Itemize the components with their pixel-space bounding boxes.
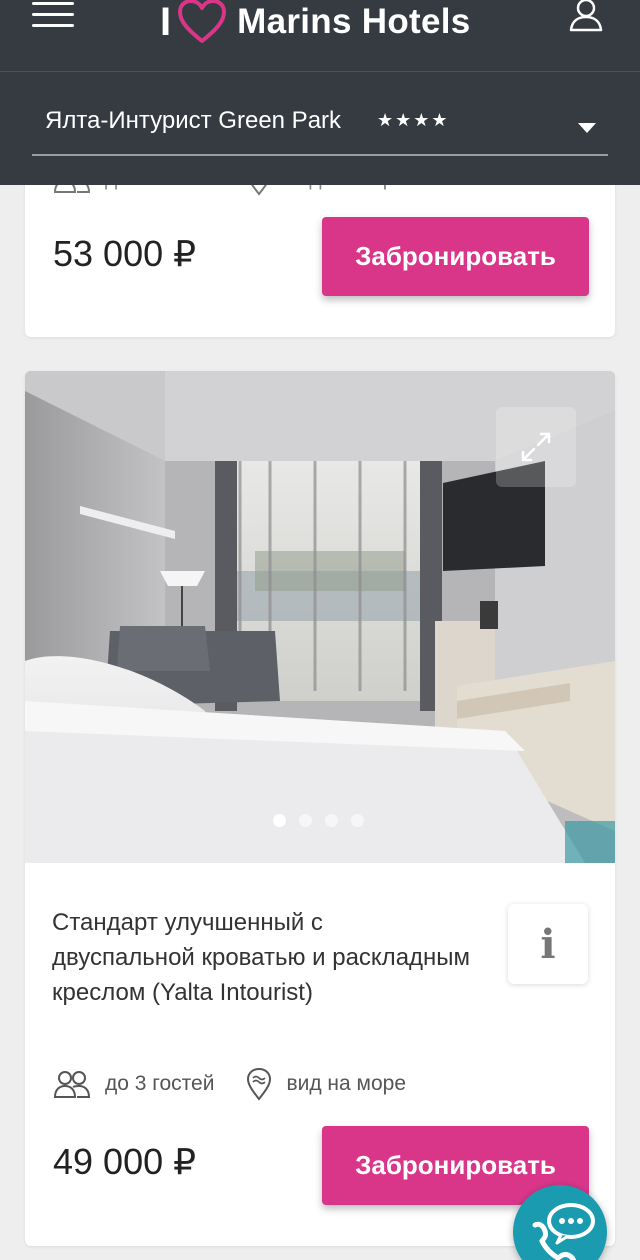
logo-letter: I: [160, 0, 172, 44]
room-card: Стандарт улучшенный с двуспальной кроват…: [25, 371, 615, 1246]
feature-view-label: вид на море: [286, 1072, 407, 1095]
feature-view: вид на море: [246, 1067, 406, 1101]
hotel-stars: ★★★★: [377, 110, 450, 130]
user-icon[interactable]: [566, 0, 606, 34]
room-title: Стандарт улучшенный с двуспальной кроват…: [52, 909, 471, 1006]
feature-guests: до 3 гостей: [53, 1069, 214, 1099]
photo-pagination: [273, 814, 364, 827]
info-icon: i: [540, 920, 556, 968]
hotel-select[interactable]: Ялта-Интурист Green Park ★★★★: [32, 96, 608, 156]
logo[interactable]: I Marins Hotels: [160, 0, 471, 52]
hamburger-icon[interactable]: [32, 2, 74, 28]
expand-icon: [521, 432, 551, 462]
pagination-dot[interactable]: [273, 814, 286, 827]
guests-icon: [53, 1071, 91, 1098]
pagination-dot[interactable]: [351, 814, 364, 827]
chat-button[interactable]: [513, 1185, 607, 1260]
room-price: 49 000 ₽: [53, 1141, 197, 1182]
pagination-dot[interactable]: [325, 814, 338, 827]
hotel-name: Ялта-Интурист Green Park: [45, 107, 342, 134]
room-photo[interactable]: [25, 371, 615, 863]
info-button[interactable]: i: [508, 904, 588, 984]
pagination-dot[interactable]: [299, 814, 312, 827]
chat-phone-icon: [532, 1203, 595, 1260]
chevron-down-icon: [578, 123, 596, 133]
room-features: до 3 гостей вид на море: [53, 1067, 438, 1101]
expand-button[interactable]: [496, 407, 576, 487]
heart-icon: [178, 0, 227, 43]
site-header: I Marins Hotels Ялта-Интурист Green Park…: [0, 0, 640, 185]
feature-guests-label: до 3 гостей: [105, 1072, 215, 1095]
room-price: 53 000 ₽: [53, 233, 197, 274]
book-button[interactable]: Забронировать: [322, 217, 589, 296]
top-bar: I Marins Hotels: [0, 0, 640, 72]
sea-view-pin-icon: [247, 1067, 272, 1101]
logo-name: Marins Hotels: [237, 2, 471, 41]
